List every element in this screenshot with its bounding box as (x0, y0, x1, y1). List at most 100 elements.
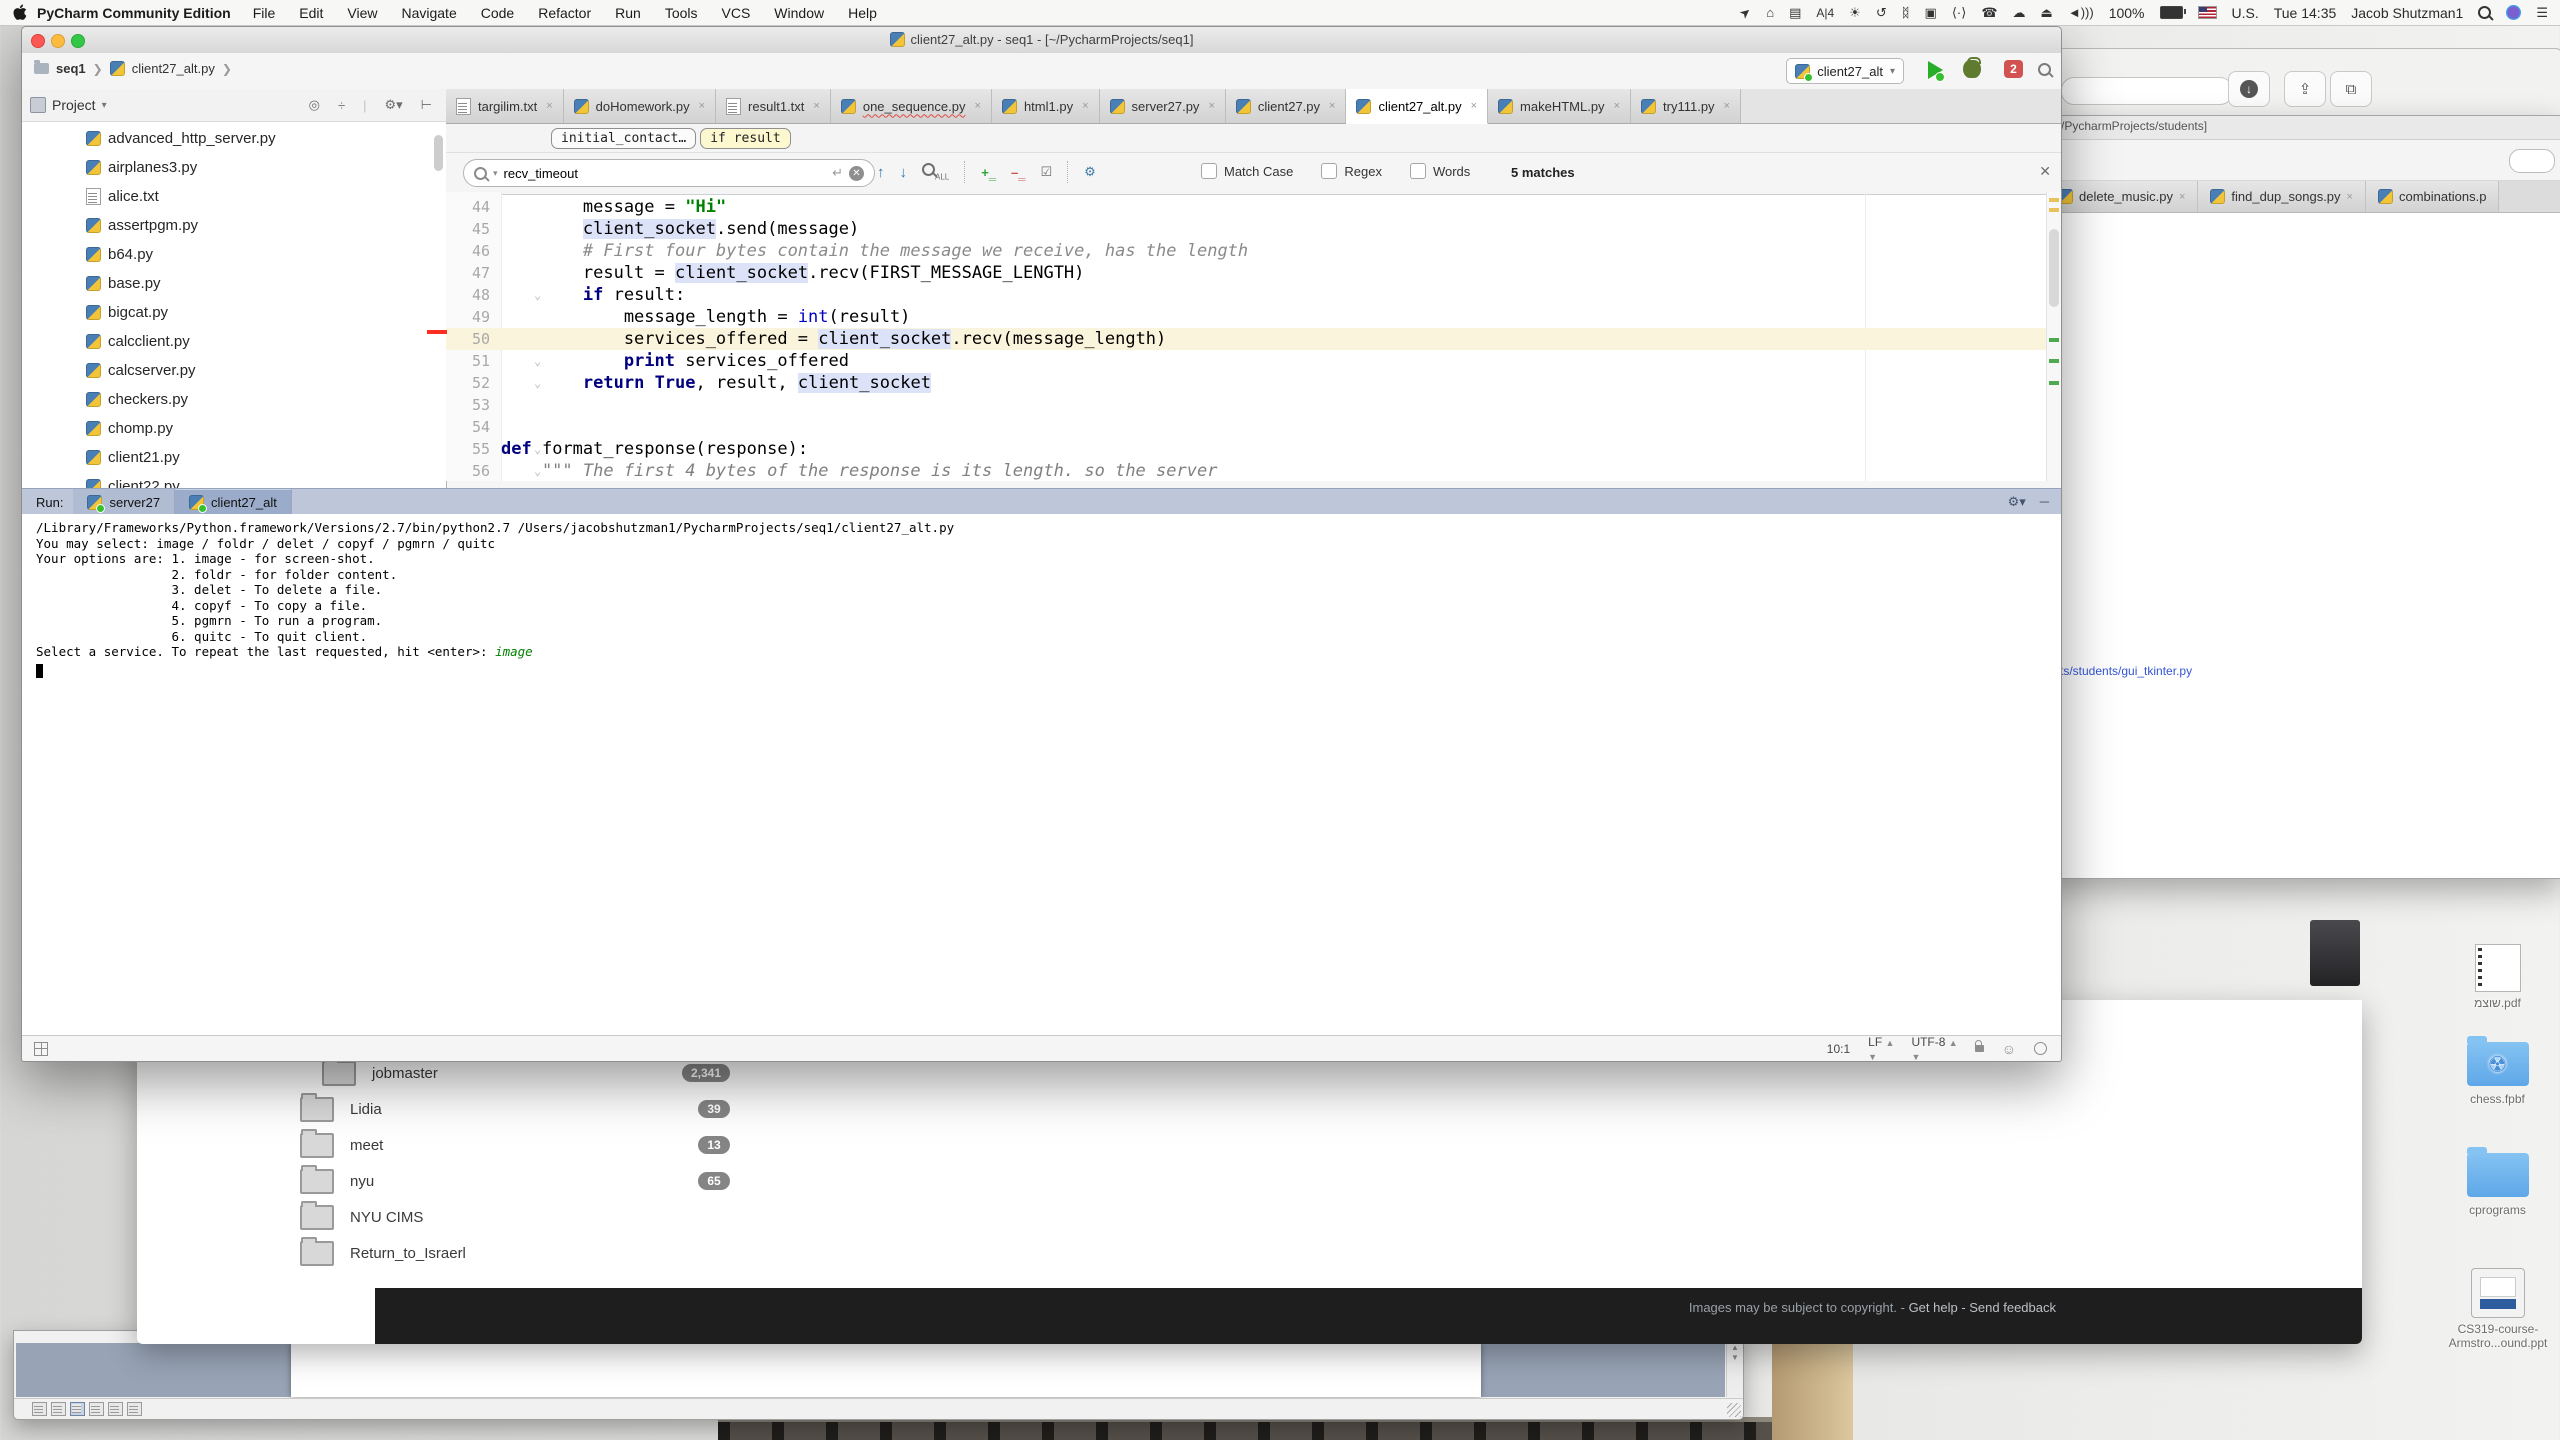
background-editor-tab-delete_music.py[interactable]: delete_music.py× (2046, 181, 2198, 212)
line-number[interactable]: 51 (446, 350, 490, 372)
run-config-fragment[interactable] (2509, 149, 2555, 173)
editor-tab-doHomework.py[interactable]: doHomework.py× (564, 89, 716, 123)
editor-tab-try111.py[interactable]: try111.py× (1631, 89, 1741, 123)
tab-close-icon[interactable]: × (1208, 100, 1214, 112)
tab-close-icon[interactable]: × (2347, 191, 2353, 203)
app-name[interactable]: PyCharm Community Edition (37, 5, 231, 21)
run-tab-client27_alt[interactable]: client27_alt (175, 489, 292, 515)
line-number[interactable]: 55 (446, 438, 490, 460)
stripe-mark-warning[interactable] (2049, 208, 2059, 212)
event-count-badge[interactable]: 2 (2004, 60, 2023, 78)
locate-file-icon[interactable]: ◎ (303, 97, 326, 113)
apple-menu-icon[interactable] (12, 4, 27, 21)
editor-tab-client27_alt.py[interactable]: client27_alt.py× (1346, 89, 1488, 124)
bluetooth-icon[interactable]: ᛥ (1902, 5, 1910, 20)
stripe-mark-change[interactable] (2049, 338, 2059, 342)
collapse-all-icon[interactable]: ÷ (332, 98, 351, 113)
line-number[interactable]: 48 (446, 284, 490, 306)
previous-occurrence-icon[interactable]: ↑ (877, 164, 885, 181)
copy-button[interactable]: ⧉ (2330, 71, 2372, 107)
project-file[interactable]: checkers.py (22, 385, 446, 414)
write-access-lock-icon[interactable] (1975, 1045, 1984, 1052)
tab-close-icon[interactable]: × (1329, 100, 1335, 112)
script-icon[interactable]: ⟨·⟩ (1952, 5, 1966, 21)
line-number[interactable]: 54 (446, 416, 490, 438)
editor-tab-one_sequence.py[interactable]: one_sequence.py× (831, 89, 992, 123)
drive-folder-row[interactable]: Lidia39 (300, 1091, 730, 1127)
view-mode-icon[interactable] (127, 1402, 142, 1416)
minimize-panel-icon[interactable]: ─ (2040, 494, 2049, 510)
tab-close-icon[interactable]: × (546, 100, 552, 112)
editor-tab-result1.txt[interactable]: result1.txt× (716, 89, 831, 123)
line-number[interactable]: 46 (446, 240, 490, 262)
tab-close-icon[interactable]: × (813, 100, 819, 112)
download-button[interactable]: ↓ (2228, 71, 2270, 107)
search-everywhere-icon[interactable] (2038, 63, 2051, 76)
drive-folder-row[interactable]: nyu65 (300, 1163, 730, 1199)
project-file[interactable]: base.py (22, 269, 446, 298)
hide-panel-icon[interactable]: ⊢ (415, 97, 438, 113)
editor-tab-server27.py[interactable]: server27.py× (1100, 89, 1226, 123)
project-file[interactable]: b64.py (22, 240, 446, 269)
search-input[interactable]: ▾ recv_timeout ↵ ✕ (463, 159, 875, 187)
project-file[interactable]: airplanes3.py (22, 153, 446, 182)
zoom-window-button[interactable] (71, 34, 85, 48)
menu-run[interactable]: Run (603, 5, 653, 21)
line-number[interactable]: 56 (446, 460, 490, 481)
search-filter-gear-icon[interactable]: ⚙ (1084, 164, 1096, 180)
line-number[interactable]: 45 (446, 218, 490, 240)
menu-navigate[interactable]: Navigate (389, 5, 468, 21)
console-file-link[interactable]: cts/students/gui_tkinter.py (2054, 664, 2192, 678)
run-settings-gear-icon[interactable]: ⚙▾ (2008, 494, 2026, 510)
minimize-window-button[interactable] (51, 34, 65, 48)
checkbox-icon[interactable] (1410, 163, 1426, 179)
window-title-bar[interactable]: client27_alt.py - seq1 - [~/PycharmProje… (22, 27, 2061, 54)
fast-user-switch-name[interactable]: Jacob Shutzman1 (2351, 5, 2463, 21)
menu-window[interactable]: Window (762, 5, 836, 21)
settings-gear-icon[interactable]: ⚙▾ (378, 97, 408, 113)
notification-center-icon[interactable]: ☰ (2536, 5, 2548, 21)
project-file[interactable]: client21.py (22, 443, 446, 472)
drive-folder-row[interactable]: NYU CIMS (300, 1199, 730, 1235)
run-button[interactable] (1928, 61, 1943, 79)
sidecar-icon[interactable]: ▣ (1925, 5, 1937, 21)
tool-window-toggle-icon[interactable] (34, 1042, 48, 1056)
share-button[interactable]: ⇪ (2284, 71, 2326, 107)
menu-help[interactable]: Help (836, 5, 889, 21)
view-mode-icon[interactable] (51, 1402, 66, 1416)
text-input-count-icon[interactable]: A|4 (1816, 6, 1834, 20)
volume-icon[interactable]: ◄))) (2068, 5, 2094, 20)
close-window-button[interactable] (31, 34, 45, 48)
stripe-mark-warning[interactable] (2049, 198, 2059, 202)
breadcrumb-file[interactable]: client27_alt.py (132, 61, 215, 76)
line-number[interactable]: 49 (446, 306, 490, 328)
notifications-icon[interactable] (2034, 1042, 2047, 1055)
location-icon[interactable]: ➤ (1736, 3, 1755, 22)
resize-grip[interactable] (1727, 1403, 1741, 1417)
line-number[interactable]: 50 (446, 328, 490, 350)
tab-close-icon[interactable]: × (699, 100, 705, 112)
project-file[interactable]: calcserver.py (22, 356, 446, 385)
editor-tab-client27.py[interactable]: client27.py× (1226, 89, 1347, 123)
desktop-icon-ppt[interactable]: CS319-course-Armstro...ound.ppt (2448, 1268, 2548, 1350)
inspector-hector-icon[interactable]: ☺ (2002, 1041, 2016, 1057)
wifi-icon[interactable]: ☁ (2013, 5, 2026, 21)
editor-tab-html1.py[interactable]: html1.py× (992, 89, 1100, 123)
stripe-mark-change[interactable] (2049, 381, 2059, 385)
checkbox-icon[interactable] (1321, 163, 1337, 179)
spotlight-search-icon[interactable] (2478, 6, 2491, 19)
browser-search-field[interactable] (2061, 77, 2233, 105)
menu-code[interactable]: Code (469, 5, 526, 21)
project-file[interactable]: assertpgm.py (22, 211, 446, 240)
view-mode-icon-selected[interactable] (70, 1402, 85, 1416)
drive-folder-row[interactable]: meet13 (300, 1127, 730, 1163)
stripe-mark-change[interactable] (2049, 359, 2059, 363)
encoding-selector[interactable]: UTF-8 ▲▼ (1911, 1035, 1956, 1063)
project-file[interactable]: advanced_http_server.py (22, 124, 446, 153)
display-icon[interactable]: ▤ (1789, 5, 1801, 21)
select-all-occurrences-icon[interactable]: ☑ (1040, 164, 1052, 180)
run-console[interactable]: /Library/Frameworks/Python.framework/Ver… (22, 514, 2061, 1036)
keyboard-brightness-icon[interactable]: ☀ (1849, 5, 1861, 21)
siri-icon[interactable] (2506, 5, 2521, 20)
checkbox-icon[interactable] (1201, 163, 1217, 179)
